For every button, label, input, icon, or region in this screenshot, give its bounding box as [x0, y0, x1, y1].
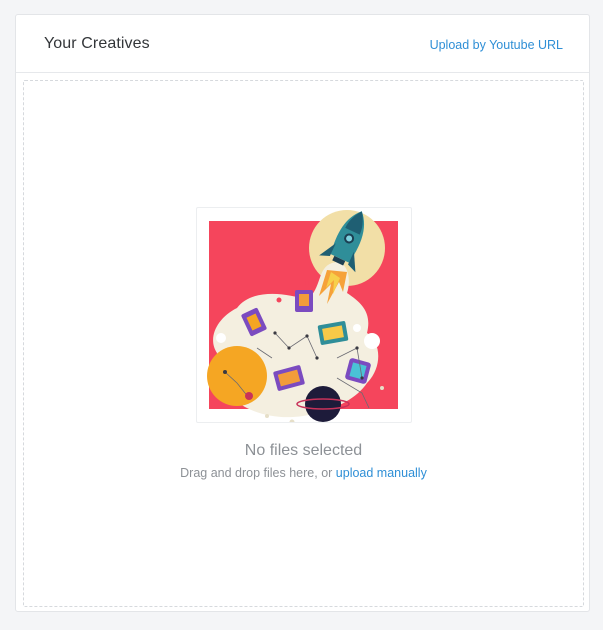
card-header: Your Creatives Upload by Youtube URL	[16, 15, 589, 73]
upload-youtube-url-link[interactable]: Upload by Youtube URL	[430, 38, 563, 52]
upload-manually-link[interactable]: upload manually	[336, 466, 427, 480]
drag-drop-hint-text: Drag and drop files here, or	[180, 466, 333, 480]
creatives-card: Your Creatives Upload by Youtube URL No …	[15, 14, 590, 612]
rocket-launch-illustration	[207, 210, 398, 422]
empty-state-hint: Drag and drop files here, or upload manu…	[24, 466, 583, 480]
file-dropzone[interactable]: No files selected Drag and drop files he…	[23, 80, 584, 607]
empty-state-title: No files selected	[244, 442, 363, 459]
card-title: Your Creatives	[44, 35, 150, 52]
empty-state-illustration-frame	[196, 207, 412, 423]
